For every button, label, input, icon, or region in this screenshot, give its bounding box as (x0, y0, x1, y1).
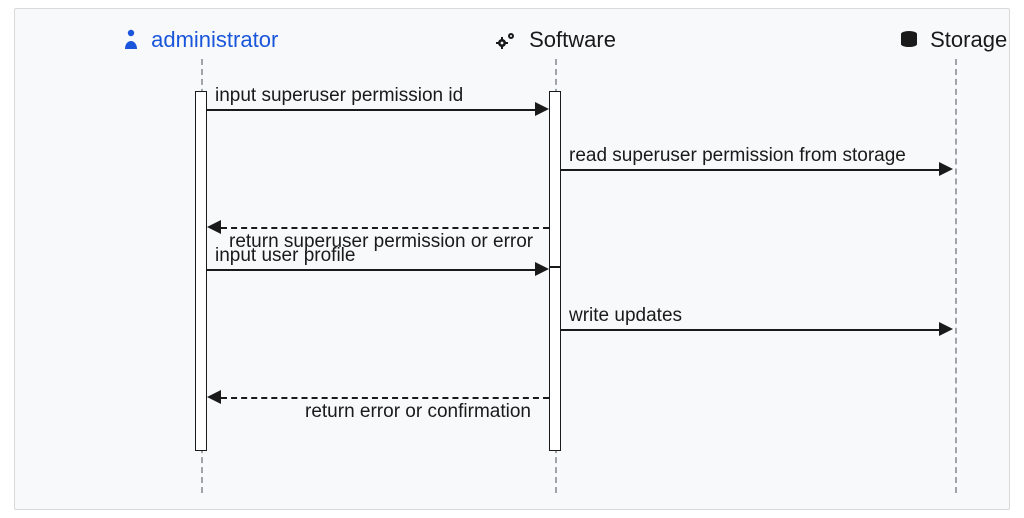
lifeline-storage (955, 59, 957, 493)
participant-storage-label: Storage (930, 27, 1007, 52)
arrowhead-icon (207, 220, 221, 234)
activation-software-1 (549, 91, 561, 267)
participant-storage: Storage (900, 27, 1007, 53)
gears-icon (495, 27, 523, 52)
message-label: write updates (569, 305, 682, 327)
arrowhead-icon (535, 102, 549, 116)
message-label: read superuser permission from storage (569, 145, 906, 167)
message-arrow (221, 397, 549, 399)
message-arrow (207, 269, 537, 271)
message-label: return error or confirmation (305, 401, 531, 423)
arrowhead-icon (207, 390, 221, 404)
arrowhead-icon (535, 262, 549, 276)
database-icon (900, 27, 924, 52)
activation-administrator (195, 91, 207, 451)
sequence-diagram-frame: administrator Software Storage input sup… (14, 8, 1010, 510)
participant-software-label: Software (529, 27, 616, 52)
person-icon (123, 27, 145, 52)
arrowhead-icon (939, 162, 953, 176)
message-arrow (561, 169, 941, 171)
message-arrow (561, 329, 941, 331)
arrowhead-icon (939, 322, 953, 336)
message-arrow (221, 227, 549, 229)
participant-administrator: administrator (123, 27, 278, 53)
activation-software-2 (549, 267, 561, 451)
participant-software: Software (495, 27, 616, 53)
participant-administrator-label: administrator (151, 27, 278, 52)
message-label: input superuser permission id (215, 85, 463, 107)
message-arrow (207, 109, 537, 111)
message-label: input user profile (215, 245, 355, 267)
